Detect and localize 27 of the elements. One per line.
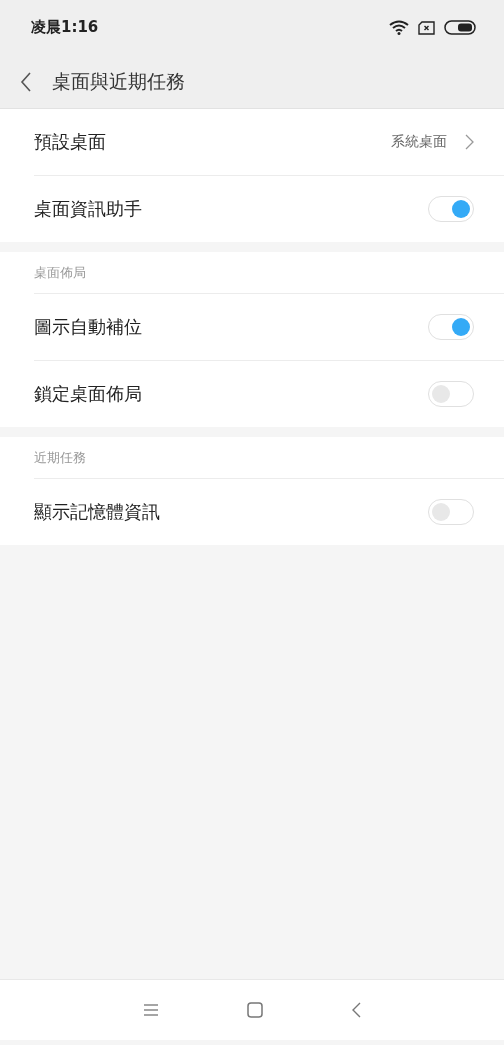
row-label: 鎖定桌面佈局 <box>34 382 143 406</box>
home-icon[interactable] <box>247 1002 263 1018</box>
row-label: 預設桌面 <box>34 130 107 154</box>
status-time: 凌晨1:16 <box>31 18 99 37</box>
settings-row[interactable]: 預設桌面 系統桌面 <box>34 109 504 176</box>
settings-row[interactable]: 鎖定桌面佈局 <box>34 361 504 427</box>
settings-row[interactable]: 圖示自動補位 <box>34 294 504 361</box>
menu-icon[interactable] <box>143 1003 159 1017</box>
battery-icon <box>444 20 476 35</box>
row-label: 顯示記憶體資訊 <box>34 500 161 524</box>
row-value: 系統桌面 <box>391 133 447 151</box>
settings-row[interactable]: 桌面資訊助手 <box>34 176 504 242</box>
no-sim-icon <box>418 20 435 35</box>
page-title: 桌面與近期任務 <box>52 68 185 94</box>
toggle-switch[interactable] <box>428 314 474 340</box>
row-label: 桌面資訊助手 <box>34 197 143 221</box>
wifi-icon <box>389 20 409 35</box>
toggle-switch[interactable] <box>428 381 474 407</box>
settings-row[interactable]: 顯示記憶體資訊 <box>34 479 504 545</box>
back-icon[interactable] <box>351 1002 361 1018</box>
row-label: 圖示自動補位 <box>34 315 143 339</box>
back-icon[interactable] <box>20 71 32 92</box>
chevron-icon <box>465 134 474 150</box>
section-header: 近期任務 <box>34 448 86 467</box>
section-header: 桌面佈局 <box>34 263 86 282</box>
toggle-switch[interactable] <box>428 499 474 525</box>
toggle-switch[interactable] <box>428 196 474 222</box>
